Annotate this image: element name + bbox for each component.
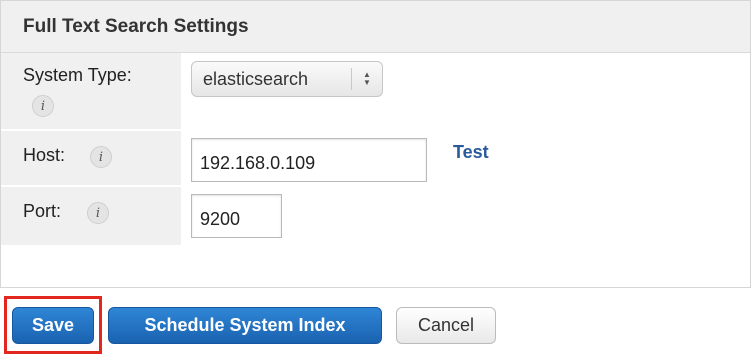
- schedule-system-index-button[interactable]: Schedule System Index: [108, 307, 382, 344]
- port-input[interactable]: 9200: [191, 194, 282, 238]
- port-label-cell: Port: i: [1, 187, 181, 245]
- host-label-cell: Host: i: [1, 131, 181, 185]
- system-type-value: elasticsearch: [203, 68, 309, 89]
- host-input[interactable]: 192.168.0.109: [191, 138, 427, 182]
- system-type-label-cell: System Type: i: [1, 53, 181, 129]
- select-arrows-icon: ▲ ▼: [363, 70, 371, 87]
- test-link[interactable]: Test: [453, 142, 489, 163]
- host-label: Host:: [23, 145, 66, 165]
- system-type-label: System Type:: [23, 65, 132, 85]
- port-label: Port:: [23, 201, 62, 221]
- system-type-select[interactable]: elasticsearch ▲ ▼: [191, 61, 383, 97]
- full-text-search-panel: Full Text Search Settings System Type: i…: [0, 0, 751, 288]
- cancel-button[interactable]: Cancel: [396, 307, 496, 344]
- info-icon[interactable]: i: [90, 146, 112, 168]
- save-button[interactable]: Save: [12, 307, 94, 344]
- panel-title: Full Text Search Settings: [1, 1, 750, 53]
- info-icon[interactable]: i: [32, 95, 54, 117]
- info-icon[interactable]: i: [87, 202, 109, 224]
